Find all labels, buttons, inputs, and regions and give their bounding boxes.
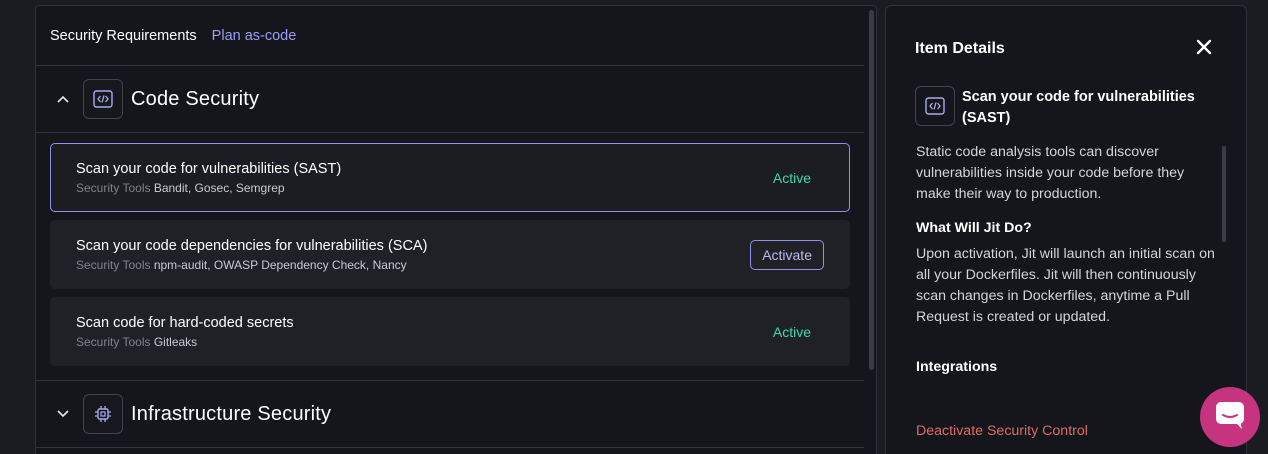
category-title: Code Security bbox=[131, 87, 260, 110]
item-text: Scan code for hard-coded secrets Securit… bbox=[76, 315, 294, 349]
tools-value: npm-audit, OWASP Dependency Check, Nancy bbox=[153, 257, 407, 272]
item-tools: Security Tools npm-audit, OWASP Dependen… bbox=[76, 258, 427, 272]
category-code-security[interactable]: Code Security bbox=[36, 66, 864, 133]
what-will-jit-do-text: Upon activation, Jit will launch an init… bbox=[916, 246, 1215, 325]
integrations-heading: Integrations bbox=[916, 359, 998, 375]
deactivate-control-link[interactable]: Deactivate Security Control bbox=[916, 423, 1088, 439]
status-badge: Active bbox=[772, 323, 811, 340]
details-scrollbar[interactable] bbox=[1222, 146, 1226, 242]
details-description: Static code analysis tools can discover … bbox=[916, 144, 1185, 202]
chip-icon bbox=[83, 394, 123, 434]
tools-label: Security Tools bbox=[76, 257, 151, 272]
code-icon bbox=[915, 86, 955, 126]
tools-value: Bandit, Gosec, Semgrep bbox=[153, 180, 285, 195]
item-text: Scan your code for vulnerabilities (SAST… bbox=[76, 161, 341, 195]
category-infrastructure-security[interactable]: Infrastructure Security bbox=[36, 381, 864, 448]
code-icon bbox=[83, 79, 123, 119]
chat-icon bbox=[1214, 400, 1246, 435]
plan-as-code-link[interactable]: Plan as-code bbox=[212, 28, 297, 44]
close-icon[interactable] bbox=[1196, 39, 1212, 55]
main-scrollbar[interactable] bbox=[869, 10, 874, 370]
tools-value: Gitleaks bbox=[153, 334, 198, 349]
item-tools: Security Tools Gitleaks bbox=[76, 335, 294, 349]
tools-label: Security Tools bbox=[76, 334, 151, 349]
details-title: Item Details bbox=[915, 40, 1005, 57]
tools-label: Security Tools bbox=[76, 180, 151, 195]
activate-button[interactable]: Activate bbox=[750, 239, 824, 270]
status-badge: Active bbox=[772, 169, 811, 186]
item-name: Scan code for hard-coded secrets bbox=[76, 314, 294, 331]
details-item-header: Scan your code for vulnerabilities (SAST… bbox=[915, 86, 1212, 128]
item-sca[interactable]: Scan your code dependencies for vulnerab… bbox=[50, 220, 850, 289]
details-item-title: Scan your code for vulnerabilities (SAST… bbox=[962, 89, 1195, 126]
chevron-down-icon[interactable] bbox=[55, 406, 71, 422]
item-name: Scan your code dependencies for vulnerab… bbox=[76, 237, 428, 254]
requirements-list: Security Requirements Plan as-code Code … bbox=[36, 6, 864, 454]
panel-header: Security Requirements Plan as-code bbox=[36, 6, 864, 66]
security-requirements-panel: Security Requirements Plan as-code Code … bbox=[35, 5, 877, 454]
category-title: Infrastructure Security bbox=[131, 402, 332, 425]
item-secrets[interactable]: Scan code for hard-coded secrets Securit… bbox=[50, 297, 850, 366]
item-name: Scan your code for vulnerabilities (SAST… bbox=[76, 160, 342, 177]
page-title: Security Requirements bbox=[50, 27, 197, 44]
code-security-items: Scan your code for vulnerabilities (SAST… bbox=[36, 133, 864, 381]
what-will-jit-do-heading: What Will Jit Do? bbox=[916, 220, 1032, 236]
item-text: Scan your code dependencies for vulnerab… bbox=[76, 238, 427, 272]
item-details-panel: Item Details Scan your code for vulnerab… bbox=[885, 5, 1247, 454]
chevron-up-icon[interactable] bbox=[55, 91, 71, 107]
item-tools: Security Tools Bandit, Gosec, Semgrep bbox=[76, 181, 341, 195]
item-sast[interactable]: Scan your code for vulnerabilities (SAST… bbox=[50, 143, 850, 212]
chat-button[interactable] bbox=[1200, 387, 1260, 447]
